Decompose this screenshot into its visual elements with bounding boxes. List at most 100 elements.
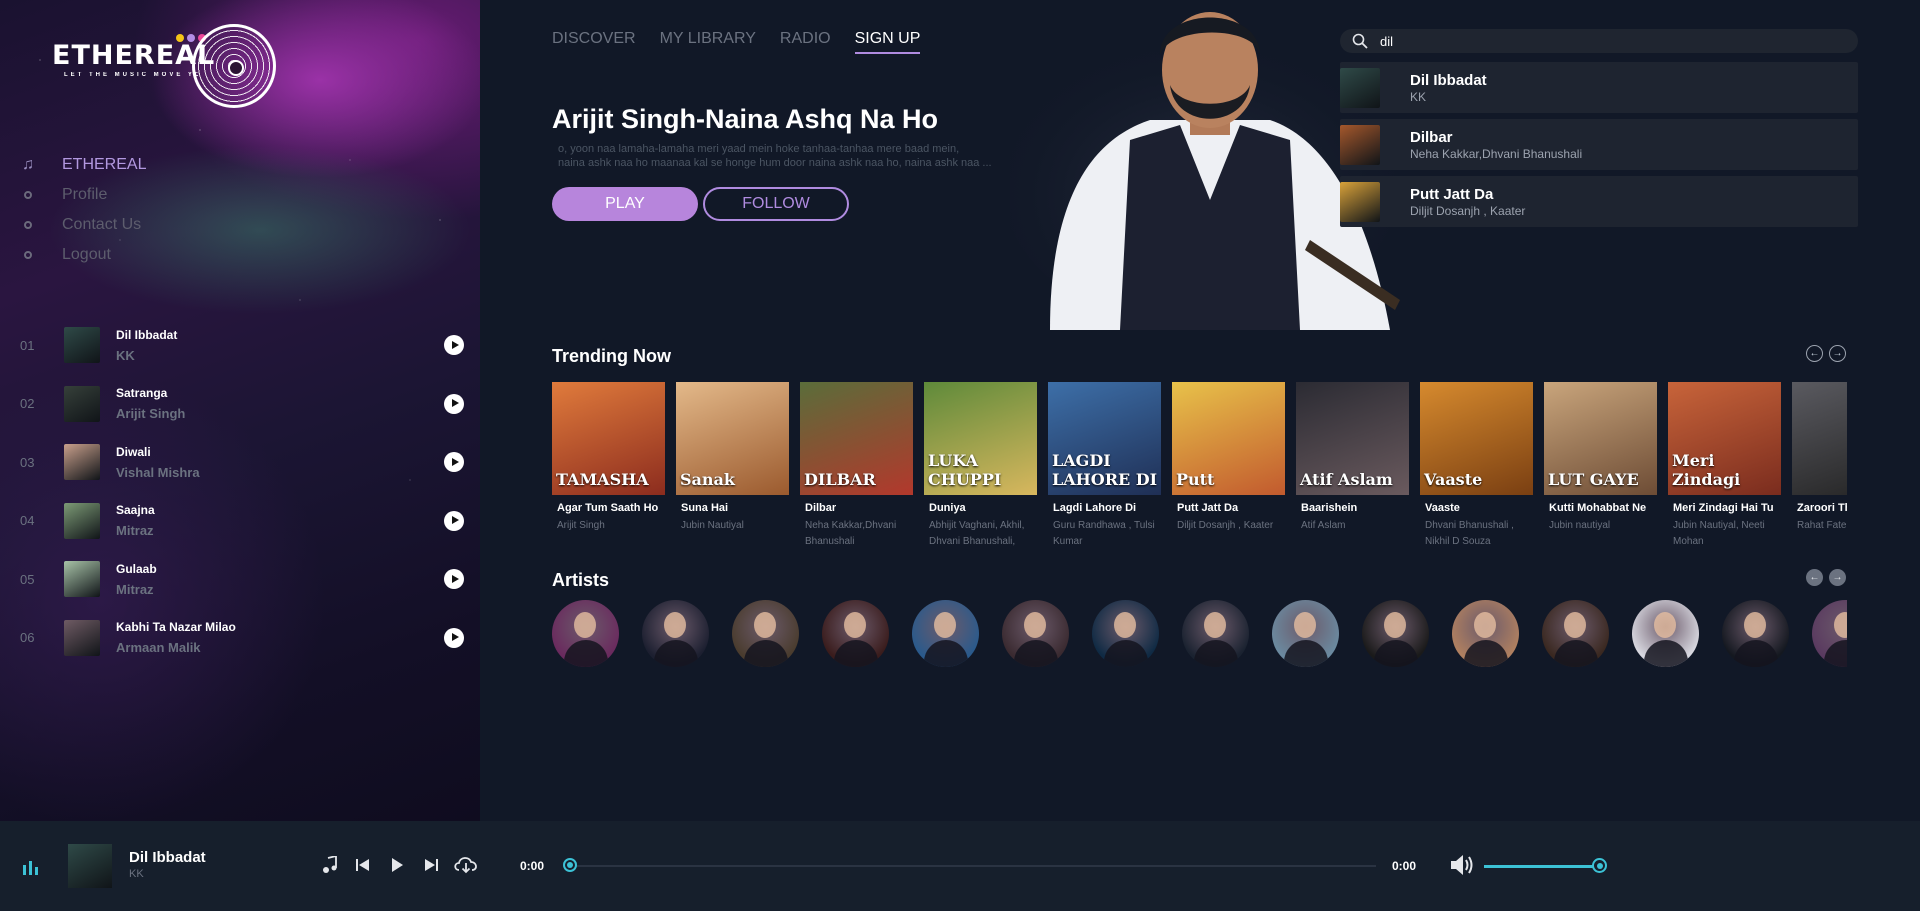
album-cover: Meri Zindagi [1668,382,1781,495]
play-track-button[interactable] [444,510,464,531]
sidebar-playlist: 01 Dil Ibbadat KK 02 Satranga Arijit Sin… [20,316,464,667]
nav-my-library[interactable]: MY LIBRARY [660,30,756,54]
trending-card[interactable]: TAMASHA Agar Tum Saath Ho Arijit Singh [552,382,665,552]
artist-avatar[interactable] [822,600,889,667]
track-title: Dil Ibbadat [116,327,178,342]
download-icon[interactable] [450,851,482,879]
artist-avatar[interactable] [1542,600,1609,667]
play-track-button[interactable] [444,569,464,590]
track-artist: Mitraz [116,523,154,539]
card-artist: Jubin nautiyal [1549,520,1611,531]
play-icon[interactable] [383,851,411,879]
playlist-item[interactable]: 03 Diwali Vishal Mishra [20,433,464,492]
trending-card[interactable]: LAGDI LAHORE DI Lagdi Lahore Di Guru Ran… [1048,382,1161,552]
trending-card[interactable]: Zaroori Tha Rahat Fateh [1792,382,1847,552]
volume-track[interactable] [1484,865,1600,868]
album-cover: Putt [1172,382,1285,495]
hero-lyrics: o, yoon naa lamaha-lamaha meri yaad mein… [558,142,1038,170]
trending-card[interactable]: Vaaste Vaaste Dhvani Bhanushali , Nikhil… [1420,382,1533,552]
track-meta: Saajna Mitraz [116,503,444,538]
lyrics-line: o, yoon naa lamaha-lamaha meri yaad mein… [558,143,960,155]
trending-arrows: ← → [1806,345,1846,362]
card-title: Duniya [929,502,966,514]
arrow-left-icon[interactable]: ← [1806,569,1823,586]
nav-sign-up[interactable]: SIGN UP [854,30,921,54]
play-track-button[interactable] [444,627,464,648]
arrow-right-icon[interactable]: → [1829,345,1846,362]
trending-card[interactable]: Putt Putt Jatt Da Diljit Dosanjh , Kaate… [1172,382,1285,552]
artist-avatar[interactable] [1362,600,1429,667]
track-title: Diwali [116,444,151,459]
trending-card[interactable]: Atif Aslam Baarishein Atif Aslam [1296,382,1409,552]
player-artist: KK [129,868,144,880]
equalizer-icon [23,861,38,875]
sidebar-item-profile[interactable]: Profile [22,180,146,210]
trending-card[interactable]: LUT GAYE Kutti Mohabbat Ne Jubin nautiya… [1544,382,1657,552]
artist-avatar[interactable] [912,600,979,667]
volume-icon[interactable] [1449,852,1477,878]
progress-knob[interactable] [563,858,577,872]
playlist-item[interactable]: 06 Kabhi Ta Nazar Milao Armaan Malik [20,609,464,668]
artist-avatar[interactable] [1182,600,1249,667]
playlist-item[interactable]: 02 Satranga Arijit Singh [20,375,464,434]
play-track-button[interactable] [444,335,464,356]
search-result[interactable]: Dil Ibbadat KK [1340,62,1858,113]
volume-knob[interactable] [1592,858,1607,873]
track-number: 01 [20,337,35,353]
artist-avatar[interactable] [1002,600,1069,667]
search-input[interactable] [1380,33,1858,49]
progress-track[interactable] [570,865,1376,867]
result-meta: Dilbar Neha Kakkar,Dhvani Bhanushali [1410,129,1582,161]
sidebar-item-contact-us[interactable]: Contact Us [22,210,146,240]
sidebar-item-logout[interactable]: Logout [22,240,146,270]
trending-card[interactable]: LUKA CHUPPI Duniya Abhijit Vaghani, Akhi… [924,382,1037,552]
artist-avatar[interactable] [1812,600,1847,667]
search-result[interactable]: Putt Jatt Da Diljit Dosanjh , Kaater [1340,176,1858,227]
artist-avatar[interactable] [1272,600,1339,667]
previous-icon[interactable] [349,851,377,879]
nav-radio[interactable]: RADIO [780,30,831,54]
card-title: Agar Tum Saath Ho [557,502,659,514]
top-nav: DISCOVER MY LIBRARY RADIO SIGN UP [552,30,921,54]
artist-avatar[interactable] [1092,600,1159,667]
playlist-item[interactable]: 05 Gulaab Mitraz [20,550,464,609]
trending-card[interactable]: Meri Zindagi Meri Zindagi Hai Tu Jubin N… [1668,382,1781,552]
trending-card[interactable]: Sanak Suna Hai Jubin Nautiyal [676,382,789,552]
artist-avatar[interactable] [1722,600,1789,667]
trending-row: TAMASHA Agar Tum Saath Ho Arijit Singh S… [552,382,1847,552]
artist-avatar[interactable] [552,600,619,667]
track-meta: Kabhi Ta Nazar Milao Armaan Malik [116,620,444,655]
album-cover-text: TAMASHA [556,470,649,489]
nav-discover[interactable]: DISCOVER [552,30,636,54]
play-track-button[interactable] [444,452,464,473]
play-track-button[interactable] [444,393,464,414]
card-artist: Neha Kakkar,Dhvani Bhanushali [805,520,897,547]
playlist-item[interactable]: 01 Dil Ibbadat KK [20,316,464,375]
sidebar: ETHEREAL LET THE MUSIC MOVE YOU ♫ ETHERE… [0,0,480,821]
artist-avatar[interactable] [1632,600,1699,667]
follow-button[interactable]: FOLLOW [703,187,849,221]
track-title: Saajna [116,503,155,518]
next-icon[interactable] [417,851,445,879]
track-cover [64,327,100,364]
card-artist: Diljit Dosanjh , Kaater [1177,520,1274,531]
search-bar[interactable] [1340,29,1858,53]
card-artist: Abhijit Vaghani, Akhil, Dhvani Bhanushal… [929,520,1025,547]
album-cover-text: Vaaste [1424,470,1483,489]
artist-avatar[interactable] [732,600,799,667]
search-result[interactable]: Dilbar Neha Kakkar,Dhvani Bhanushali [1340,119,1858,170]
sidebar-item-ethereal[interactable]: ♫ ETHEREAL [22,150,146,180]
arrow-right-icon[interactable]: → [1829,569,1846,586]
playlist-item[interactable]: 04 Saajna Mitraz [20,492,464,551]
track-number: 05 [20,571,35,587]
play-button[interactable]: PLAY [552,187,698,221]
artist-avatar[interactable] [1452,600,1519,667]
music-note-icon[interactable] [316,851,344,879]
trending-card[interactable]: DILBAR Dilbar Neha Kakkar,Dhvani Bhanush… [800,382,913,552]
album-cover-text: Atif Aslam [1300,470,1393,489]
album-cover: DILBAR [800,382,913,495]
brand-logo[interactable]: ETHEREAL LET THE MUSIC MOVE YOU [52,24,282,110]
card-artist: Jubin Nautiyal [681,520,744,531]
arrow-left-icon[interactable]: ← [1806,345,1823,362]
artist-avatar[interactable] [642,600,709,667]
